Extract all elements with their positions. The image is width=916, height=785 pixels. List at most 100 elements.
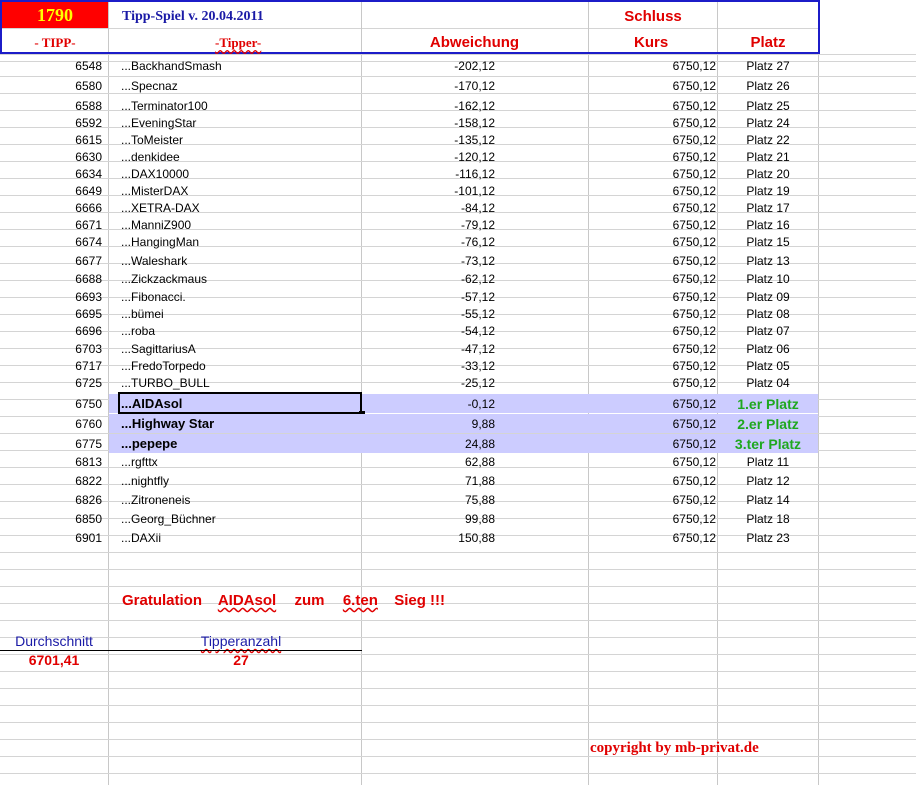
cell-platz[interactable]: Platz 13 bbox=[718, 253, 818, 269]
table-row[interactable]: 6695 ...bümei -55,12 6750,12 Platz 08 bbox=[0, 306, 818, 322]
cell-tipp[interactable]: 6695 bbox=[0, 306, 102, 322]
cell-tipper[interactable]: ...HangingMan bbox=[121, 234, 359, 250]
cell-tipp[interactable]: 6760 bbox=[0, 416, 102, 432]
count-label[interactable]: Tipperanzahl bbox=[121, 633, 361, 649]
cell-kurs[interactable]: 6750,12 bbox=[588, 473, 716, 489]
cell-tipper[interactable]: ...rgfttx bbox=[121, 454, 359, 470]
cell-abweichung[interactable]: -116,12 bbox=[361, 166, 495, 182]
table-row[interactable]: 6826 ...Zitroneneis 75,88 6750,12 Platz 14 bbox=[0, 492, 818, 508]
cell-platz[interactable]: Platz 08 bbox=[718, 306, 818, 322]
cell-abweichung[interactable]: -62,12 bbox=[361, 271, 495, 287]
header-abweichung[interactable]: Abweichung bbox=[361, 34, 588, 52]
active-cell-selection[interactable] bbox=[118, 392, 365, 417]
cell-tipp[interactable]: 6674 bbox=[0, 234, 102, 250]
cell-kurs[interactable]: 6750,12 bbox=[588, 149, 716, 165]
cell-tipp[interactable]: 6901 bbox=[0, 530, 102, 546]
cell-tipper[interactable]: ...DAXii bbox=[121, 530, 359, 546]
cell-platz[interactable]: Platz 06 bbox=[718, 341, 818, 357]
average-label[interactable]: Durchschnitt bbox=[0, 633, 108, 649]
cell-tipper[interactable]: ...BackhandSmash bbox=[121, 58, 359, 74]
cell-tipper[interactable]: ...pepepe bbox=[121, 436, 359, 452]
cell-kurs[interactable]: 6750,12 bbox=[588, 289, 716, 305]
cell-kurs[interactable]: 6750,12 bbox=[588, 341, 716, 357]
cell-kurs[interactable]: 6750,12 bbox=[588, 530, 716, 546]
cell-tipp[interactable]: 6592 bbox=[0, 115, 102, 131]
cell-tipp[interactable]: 6696 bbox=[0, 323, 102, 339]
cell-tipp[interactable]: 6717 bbox=[0, 358, 102, 374]
cell-tipp[interactable]: 6580 bbox=[0, 78, 102, 94]
cell-abweichung[interactable]: -162,12 bbox=[361, 98, 495, 114]
cell-kurs[interactable]: 6750,12 bbox=[588, 115, 716, 131]
cell-tipp[interactable]: 6666 bbox=[0, 200, 102, 216]
table-row[interactable]: 6677 ...Waleshark -73,12 6750,12 Platz 13 bbox=[0, 253, 818, 269]
cell-abweichung[interactable]: 150,88 bbox=[361, 530, 495, 546]
cell-tipper[interactable]: ...SagittariusA bbox=[121, 341, 359, 357]
table-row[interactable]: 6725 ...TURBO_BULL -25,12 6750,12 Platz 04 bbox=[0, 375, 818, 391]
header-kurs[interactable]: Kurs bbox=[634, 34, 668, 52]
cell-platz[interactable]: Platz 21 bbox=[718, 149, 818, 165]
table-row[interactable]: 6822 ...nightfly 71,88 6750,12 Platz 12 bbox=[0, 473, 818, 489]
header-platz[interactable]: Platz bbox=[718, 34, 818, 52]
cell-abweichung[interactable]: -73,12 bbox=[361, 253, 495, 269]
count-value[interactable]: 27 bbox=[121, 652, 361, 668]
table-row[interactable]: 6649 ...MisterDAX -101,12 6750,12 Platz 19 bbox=[0, 183, 818, 199]
cell-tipper[interactable]: ...Fibonacci. bbox=[121, 289, 359, 305]
cell-platz[interactable]: 1.er Platz bbox=[718, 396, 818, 412]
table-row[interactable]: 6588 ...Terminator100 -162,12 6750,12 Platz … bbox=[0, 98, 818, 114]
cell-platz[interactable]: Platz 04 bbox=[718, 375, 818, 391]
cell-tipper[interactable]: ...Zickzackmaus bbox=[121, 271, 359, 287]
cell-kurs[interactable]: 6750,12 bbox=[588, 200, 716, 216]
table-row[interactable]: 6674 ...HangingMan -76,12 6750,12 Platz 15 bbox=[0, 234, 818, 250]
cell-tipp[interactable]: 6615 bbox=[0, 132, 102, 148]
cell-abweichung[interactable]: -55,12 bbox=[361, 306, 495, 322]
cell-tipper[interactable]: ...roba bbox=[121, 323, 359, 339]
header-tipp[interactable]: - TIPP- bbox=[2, 34, 108, 52]
cell-kurs[interactable]: 6750,12 bbox=[588, 183, 716, 199]
cell-platz[interactable]: Platz 26 bbox=[718, 78, 818, 94]
cell-platz[interactable]: Platz 14 bbox=[718, 492, 818, 508]
winner-row[interactable]: 6750 ...AIDAsol -0,12 6750,12 1.er Platz bbox=[0, 392, 818, 417]
cell-kurs[interactable]: 6750,12 bbox=[588, 132, 716, 148]
cell-tipper[interactable]: ...ToMeister bbox=[121, 132, 359, 148]
cell-tipper[interactable]: ...Georg_Büchner bbox=[121, 511, 359, 527]
cell-tipper[interactable]: ...bümei bbox=[121, 306, 359, 322]
cell-abweichung[interactable]: -84,12 bbox=[361, 200, 495, 216]
winner-row[interactable]: 6760 ...Highway Star 9,88 6750,12 2.er Platz bbox=[0, 414, 818, 433]
header-schluss[interactable]: Schluss bbox=[588, 8, 718, 26]
cell-tipp[interactable]: 6693 bbox=[0, 289, 102, 305]
cell-tipp[interactable]: 6588 bbox=[0, 98, 102, 114]
cell-kurs[interactable]: 6750,12 bbox=[588, 253, 716, 269]
table-row[interactable]: 6693 ...Fibonacci. -57,12 6750,12 Platz 09 bbox=[0, 289, 818, 305]
cell-platz[interactable]: Platz 09 bbox=[718, 289, 818, 305]
cell-abweichung[interactable]: 75,88 bbox=[361, 492, 495, 508]
table-row[interactable]: 6696 ...roba -54,12 6750,12 Platz 07 bbox=[0, 323, 818, 339]
table-row[interactable]: 6592 ...EveningStar -158,12 6750,12 Platz 24 bbox=[0, 115, 818, 131]
cell-platz[interactable]: Platz 23 bbox=[718, 530, 818, 546]
cell-tipper[interactable]: ...Specnaz bbox=[121, 78, 359, 94]
cell-kurs[interactable]: 6750,12 bbox=[588, 271, 716, 287]
cell-platz[interactable]: Platz 17 bbox=[718, 200, 818, 216]
cell-kurs[interactable]: 6750,12 bbox=[588, 166, 716, 182]
table-row[interactable]: 6671 ...ManniZ900 -79,12 6750,12 Platz 16 bbox=[0, 217, 818, 233]
cell-tipper[interactable]: ...ManniZ900 bbox=[121, 217, 359, 233]
cell-tipper[interactable]: ...FredoTorpedo bbox=[121, 358, 359, 374]
cell-kurs[interactable]: 6750,12 bbox=[588, 396, 716, 412]
cell-platz[interactable]: Platz 15 bbox=[718, 234, 818, 250]
table-row[interactable]: 6580 ...Specnaz -170,12 6750,12 Platz 26 bbox=[0, 78, 818, 94]
cell-abweichung[interactable]: -158,12 bbox=[361, 115, 495, 131]
average-value[interactable]: 6701,41 bbox=[0, 652, 108, 668]
cell-platz[interactable]: Platz 24 bbox=[718, 115, 818, 131]
table-row[interactable]: 6717 ...FredoTorpedo -33,12 6750,12 Platz 05 bbox=[0, 358, 818, 374]
cell-tipp[interactable]: 6703 bbox=[0, 341, 102, 357]
cell-tipp[interactable]: 6775 bbox=[0, 436, 102, 452]
cell-tipp[interactable]: 6630 bbox=[0, 149, 102, 165]
cell-abweichung[interactable]: 62,88 bbox=[361, 454, 495, 470]
cell-abweichung[interactable]: -170,12 bbox=[361, 78, 495, 94]
cell-tipp[interactable]: 6813 bbox=[0, 454, 102, 470]
cell-platz[interactable]: 3.ter Platz bbox=[718, 436, 818, 452]
cell-kurs[interactable]: 6750,12 bbox=[588, 375, 716, 391]
cell-tipp[interactable]: 6649 bbox=[0, 183, 102, 199]
cell-abweichung[interactable]: -25,12 bbox=[361, 375, 495, 391]
table-row[interactable]: 6688 ...Zickzackmaus -62,12 6750,12 Platz 10 bbox=[0, 271, 818, 287]
gratulation-line[interactable]: Gratulation AIDAsol zum 6.ten Sieg !!! bbox=[122, 592, 445, 610]
